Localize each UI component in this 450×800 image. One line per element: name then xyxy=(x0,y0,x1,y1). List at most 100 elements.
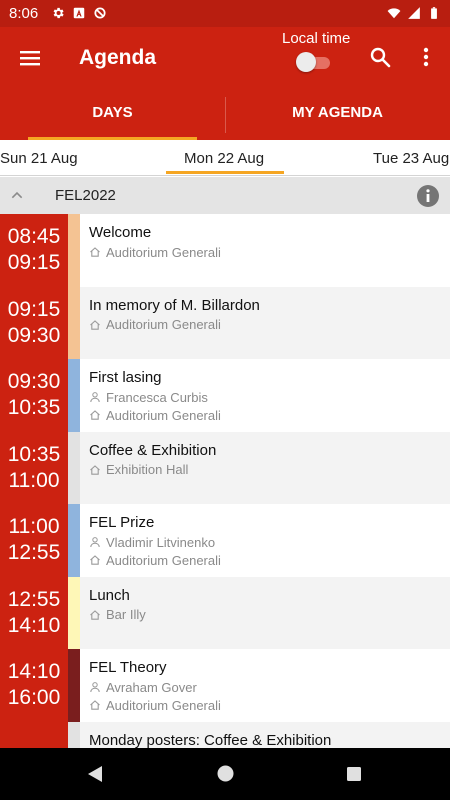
event-location: Bar Illy xyxy=(106,607,146,622)
track-color-strip xyxy=(68,359,80,432)
event-start: 12:55 xyxy=(7,587,61,611)
local-time-toggle[interactable] xyxy=(296,52,332,72)
event-title: FEL Prize xyxy=(89,514,155,531)
event-title: Welcome xyxy=(89,224,152,241)
person-icon xyxy=(90,392,100,403)
battery-icon xyxy=(431,7,437,19)
event-row[interactable]: 14:10 16:00 FEL Theory Avraham Gover Auditor… xyxy=(0,649,450,722)
event-time: 09:15 09:30 xyxy=(0,286,68,359)
event-speaker-line: Avraham Gover xyxy=(89,678,450,696)
event-end: 16:00 xyxy=(7,686,61,710)
event-time: 16:00 xyxy=(0,721,68,748)
wifi-icon xyxy=(387,8,401,19)
event-speaker: Vladimir Litvinenko xyxy=(106,534,216,550)
event-title: Monday posters: Coffee & Exhibition xyxy=(89,731,332,749)
event-speaker: Avraham Gover xyxy=(106,679,197,695)
event-time: 09:30 10:35 xyxy=(0,359,68,432)
event-location-line: Auditorium Generali xyxy=(89,406,450,424)
event-time: 08:45 09:15 xyxy=(0,214,68,287)
event-time: 10:35 11:00 xyxy=(0,431,68,504)
track-color-strip xyxy=(68,431,80,504)
tab-bar: DAYS MY AGENDA xyxy=(0,89,450,140)
track-color-strip xyxy=(68,214,80,287)
event-end: 14:10 xyxy=(7,613,61,637)
event-title: Lunch xyxy=(89,586,130,604)
event-start: 09:15 xyxy=(7,297,61,321)
event-row[interactable]: 16:00 Monday posters: Coffee & Exhibition xyxy=(0,721,450,749)
event-end: 09:15 xyxy=(7,251,61,275)
status-bar: 8:06 xyxy=(0,0,450,27)
event-location-line: Bar Illy xyxy=(89,606,450,624)
event-start: 10:35 xyxy=(7,442,61,466)
event-content: First lasing Francesca Curbis Auditorium G… xyxy=(80,359,450,432)
event-start: 11:00 xyxy=(8,515,60,539)
event-time: 14:10 16:00 xyxy=(0,649,68,722)
info-icon[interactable] xyxy=(416,184,440,208)
event-location-line: Auditorium Generali xyxy=(89,696,450,714)
track-color-strip xyxy=(68,286,80,359)
group-header: FEL2022 xyxy=(0,177,450,214)
date-prev[interactable]: Sun 21 Aug xyxy=(0,150,78,167)
event-start: 09:30 xyxy=(7,370,61,394)
event-location: Exhibition Hall xyxy=(106,462,189,477)
event-end: 11:00 xyxy=(8,468,60,492)
location-icon xyxy=(90,410,100,420)
date-current[interactable]: Mon 22 Aug xyxy=(184,150,264,167)
event-content: Coffee & Exhibition Exhibition Hall xyxy=(80,431,450,504)
event-location: Auditorium Generali xyxy=(106,697,221,713)
event-time: 11:00 12:55 xyxy=(0,504,68,577)
event-content: In memory of M. Billardon Auditorium Gene… xyxy=(80,286,450,359)
event-list: 08:45 09:15 Welcome Auditorium Generali 09:1… xyxy=(0,214,450,748)
location-icon xyxy=(90,319,100,330)
event-end: 12:55 xyxy=(7,541,61,565)
location-icon xyxy=(90,555,100,565)
event-location: Auditorium Generali xyxy=(106,317,221,332)
hamburger-menu-icon[interactable] xyxy=(18,46,42,70)
event-start: 08:45 xyxy=(7,225,61,249)
event-speaker-line: Vladimir Litvinenko xyxy=(89,533,450,551)
tab-divider xyxy=(225,97,226,133)
local-time-label: Local time xyxy=(282,30,351,47)
toggle-thumb xyxy=(296,52,316,72)
event-content: Monday posters: Coffee & Exhibition xyxy=(80,721,450,749)
person-icon xyxy=(90,537,100,548)
event-end: 10:35 xyxy=(7,396,61,420)
app-bar: Agenda Local time xyxy=(0,27,450,89)
event-content: FEL Theory Avraham Gover Auditorium Genera… xyxy=(80,649,450,722)
navigation-bar xyxy=(0,748,450,800)
location-icon xyxy=(90,609,100,620)
signal-icon xyxy=(408,7,420,19)
a-box-icon xyxy=(73,7,85,19)
event-row[interactable]: 08:45 09:15 Welcome Auditorium Generali xyxy=(0,214,450,287)
date-strip: Sun 21 Aug Mon 22 Aug Tue 23 Aug xyxy=(0,140,450,176)
chevron-up-icon[interactable] xyxy=(9,187,25,203)
location-icon xyxy=(90,247,100,257)
event-location: Auditorium Generali xyxy=(106,552,221,568)
event-location-line: Auditorium Generali xyxy=(89,316,450,334)
track-color-strip xyxy=(68,504,80,577)
event-location-line: Auditorium Generali xyxy=(89,551,450,569)
event-speaker-line: Francesca Curbis xyxy=(89,388,450,406)
recent-apps-icon[interactable] xyxy=(346,766,362,782)
circle-slash-icon xyxy=(94,7,106,19)
back-icon[interactable] xyxy=(86,764,104,784)
more-vert-icon[interactable] xyxy=(414,45,438,69)
tab-days[interactable]: DAYS xyxy=(0,89,225,140)
location-icon xyxy=(90,464,100,475)
group-title: FEL2022 xyxy=(55,187,116,204)
event-row[interactable]: 11:00 12:55 FEL Prize Vladimir Litvinenko Au… xyxy=(0,504,450,577)
event-end: 09:30 xyxy=(7,323,61,347)
gear-icon xyxy=(53,7,64,19)
event-row[interactable]: 09:15 09:30 In memory of M. Billardon Audit… xyxy=(0,286,450,359)
home-icon[interactable] xyxy=(217,765,234,782)
location-icon xyxy=(90,700,100,710)
page-title: Agenda xyxy=(79,46,157,69)
date-next[interactable]: Tue 23 Aug xyxy=(373,150,449,167)
status-icons-left xyxy=(51,6,107,20)
event-row[interactable]: 12:55 14:10 Lunch Bar Illy xyxy=(0,576,450,649)
tab-my-agenda[interactable]: MY AGENDA xyxy=(225,89,450,140)
event-row[interactable]: 10:35 11:00 Coffee & Exhibition Exhibition … xyxy=(0,431,450,504)
search-icon[interactable] xyxy=(368,45,392,69)
event-row[interactable]: 09:30 10:35 First lasing Francesca Curbis Au… xyxy=(0,359,450,432)
status-icons-right xyxy=(387,6,441,20)
